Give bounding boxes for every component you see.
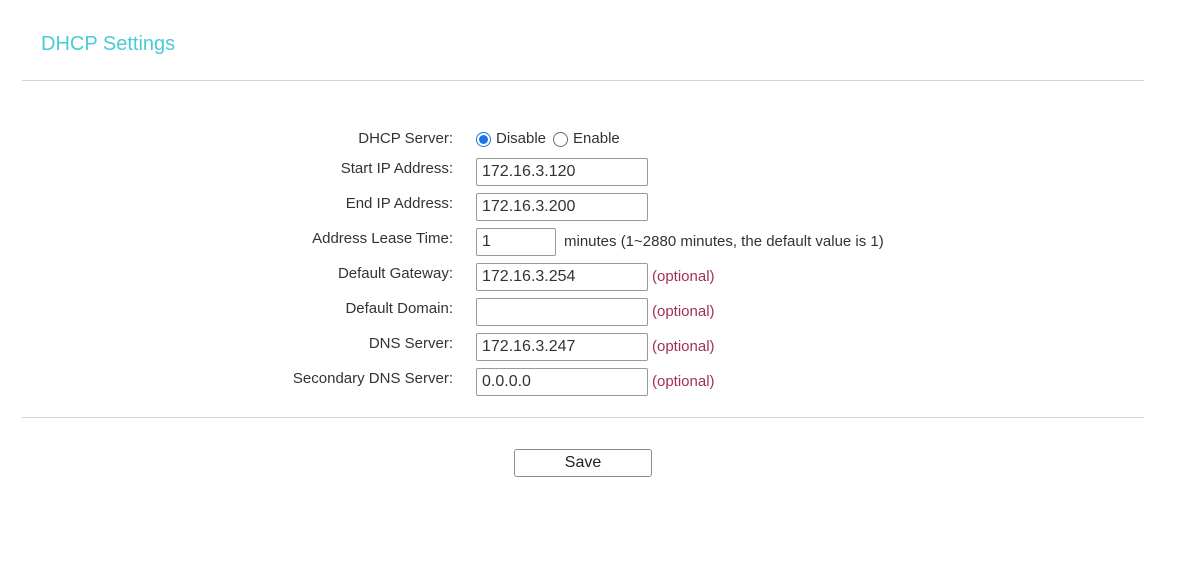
dhcp-enable-radio[interactable] xyxy=(553,131,569,147)
default-domain-optional-note: (optional) xyxy=(652,303,715,320)
dns-server-row: DNS Server: (optional) xyxy=(0,333,1187,361)
default-gateway-row: Default Gateway: (optional) xyxy=(0,263,1187,291)
lease-time-input[interactable] xyxy=(476,228,556,256)
lease-time-hint: minutes (1~2880 minutes, the default val… xyxy=(564,233,884,250)
top-divider xyxy=(22,80,1144,81)
dhcp-server-radio-group: Disable Enable xyxy=(476,129,627,149)
dhcp-disable-label[interactable]: Disable xyxy=(496,130,546,148)
secondary-dns-row: Secondary DNS Server: (optional) xyxy=(0,368,1187,396)
lease-time-label: Address Lease Time: xyxy=(312,230,453,247)
secondary-dns-label: Secondary DNS Server: xyxy=(292,370,453,387)
default-domain-label: Default Domain: xyxy=(345,300,453,317)
dhcp-server-row: DHCP Server: Disable Enable xyxy=(0,129,1187,157)
dhcp-server-label: DHCP Server: xyxy=(358,130,453,147)
end-ip-row: End IP Address: xyxy=(0,193,1187,221)
dns-server-label: DNS Server: xyxy=(368,335,453,352)
default-domain-input[interactable] xyxy=(476,298,648,326)
end-ip-input[interactable] xyxy=(476,193,648,221)
secondary-dns-optional-note: (optional) xyxy=(652,373,715,390)
lease-time-row: Address Lease Time: minutes (1~2880 minu… xyxy=(0,228,1187,256)
default-gateway-optional-note: (optional) xyxy=(652,268,715,285)
start-ip-row: Start IP Address: xyxy=(0,158,1187,186)
start-ip-input[interactable] xyxy=(476,158,648,186)
dns-server-optional-note: (optional) xyxy=(652,338,715,355)
page-title: DHCP Settings xyxy=(41,33,176,55)
secondary-dns-input[interactable] xyxy=(476,368,648,396)
default-gateway-label: Default Gateway: xyxy=(337,265,453,282)
end-ip-label: End IP Address: xyxy=(345,195,453,212)
save-button[interactable]: Save xyxy=(514,449,652,477)
default-gateway-input[interactable] xyxy=(476,263,648,291)
bottom-divider xyxy=(22,417,1144,418)
default-domain-row: Default Domain: (optional) xyxy=(0,298,1187,326)
dns-server-input[interactable] xyxy=(476,333,648,361)
dhcp-enable-label[interactable]: Enable xyxy=(573,130,620,148)
dhcp-settings-page: DHCP Settings DHCP Server: Disable Enabl… xyxy=(0,0,1187,580)
start-ip-label: Start IP Address: xyxy=(340,160,453,177)
dhcp-disable-radio[interactable] xyxy=(476,131,491,147)
